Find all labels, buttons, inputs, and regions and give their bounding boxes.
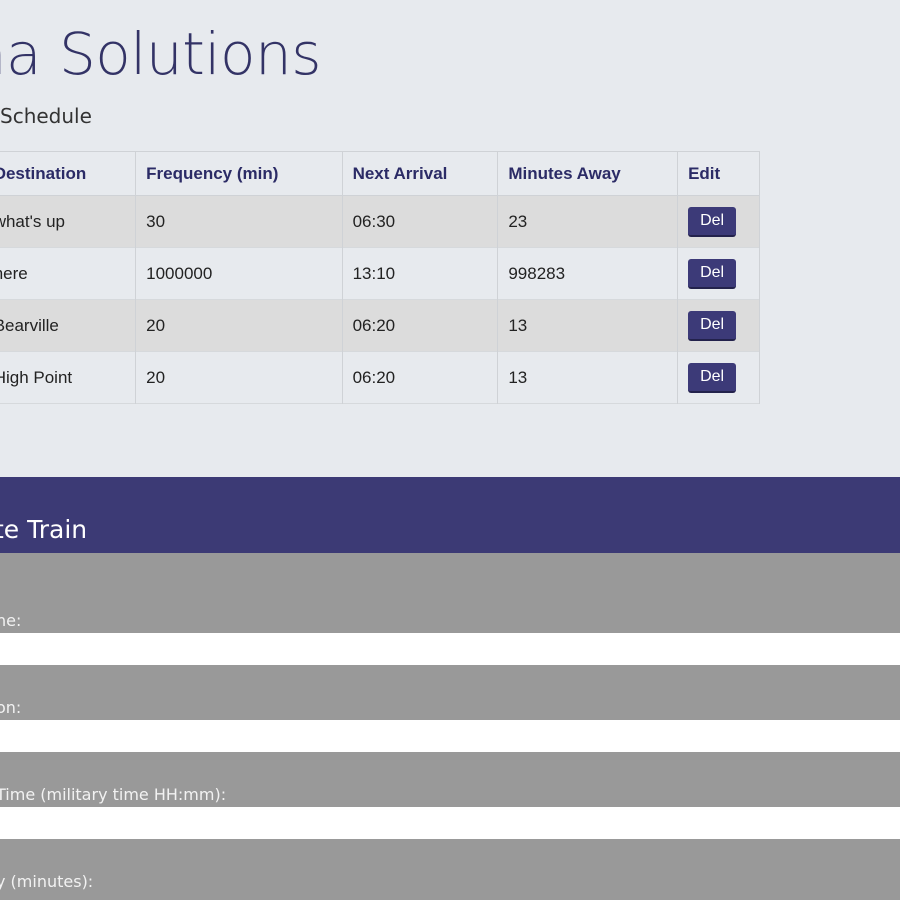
train-name-input[interactable]: [0, 633, 900, 665]
schedule-subtitle: Schedule: [0, 104, 92, 128]
cell-minutes-away: 998283: [497, 247, 679, 300]
destination-input[interactable]: [0, 720, 900, 752]
delete-button[interactable]: Del: [688, 362, 737, 393]
table-row: Bearville 20 06:20 13 Del: [0, 299, 760, 352]
first-train-time-input[interactable]: [0, 807, 900, 839]
train-name-label: ne:: [0, 611, 22, 630]
cell-destination: what's up: [0, 195, 137, 248]
add-train-panel-header: [0, 477, 900, 553]
cell-edit: Del: [677, 247, 760, 300]
delete-button[interactable]: Del: [688, 258, 737, 289]
delete-button[interactable]: Del: [688, 310, 737, 341]
header-frequency: Frequency (min): [135, 151, 343, 196]
table-header-row: Destination Frequency (min) Next Arrival…: [0, 151, 760, 196]
cell-next-arrival: 13:10: [342, 247, 499, 300]
cell-frequency: 20: [135, 351, 343, 404]
train-schedule-table: Destination Frequency (min) Next Arrival…: [0, 151, 760, 404]
first-train-time-label: Time (military time HH:mm):: [0, 785, 227, 804]
cell-destination: Bearville: [0, 299, 137, 352]
cell-minutes-away: 13: [497, 299, 679, 352]
cell-next-arrival: 06:30: [342, 195, 499, 248]
delete-button[interactable]: Del: [688, 206, 737, 237]
table-row: here 1000000 13:10 998283 Del: [0, 247, 760, 300]
header-minutes-away: Minutes Away: [497, 151, 679, 196]
cell-destination: High Point: [0, 351, 137, 404]
table-row: what's up 30 06:30 23 Del: [0, 195, 760, 248]
header-destination: Destination: [0, 151, 137, 196]
cell-edit: Del: [677, 351, 760, 404]
header-edit: Edit: [677, 151, 760, 196]
page: sha Solutions Schedule Destination Frequ…: [0, 0, 900, 900]
cell-next-arrival: 06:20: [342, 351, 499, 404]
destination-label: on:: [0, 698, 22, 717]
header-next-arrival: Next Arrival: [342, 151, 499, 196]
table-row: High Point 20 06:20 13 Del: [0, 351, 760, 404]
cell-minutes-away: 23: [497, 195, 679, 248]
cell-destination: here: [0, 247, 137, 300]
cell-next-arrival: 06:20: [342, 299, 499, 352]
cell-frequency: 20: [135, 299, 343, 352]
cell-frequency: 1000000: [135, 247, 343, 300]
add-train-panel-title: te Train: [0, 515, 88, 544]
cell-minutes-away: 13: [497, 351, 679, 404]
cell-edit: Del: [677, 299, 760, 352]
frequency-label: y (minutes):: [0, 872, 94, 891]
cell-edit: Del: [677, 195, 760, 248]
cell-frequency: 30: [135, 195, 343, 248]
brand-title: sha Solutions: [0, 20, 321, 88]
